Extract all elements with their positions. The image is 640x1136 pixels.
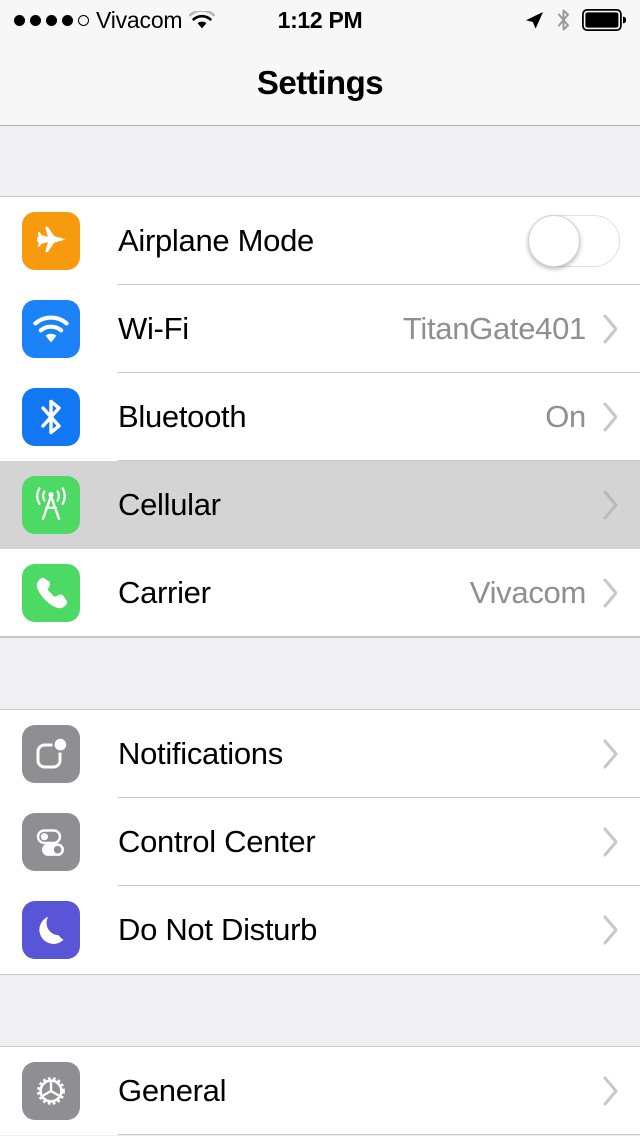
cellular-antenna-icon [22, 476, 80, 534]
signal-strength-dots [14, 14, 89, 26]
row-do-not-disturb[interactable]: Do Not Disturb [0, 886, 640, 974]
settings-group-general: General [0, 1047, 640, 1135]
signal-dot [46, 14, 57, 26]
row-airplane-mode[interactable]: Airplane Mode [0, 197, 640, 285]
row-value: On [545, 399, 586, 434]
row-label: Carrier [118, 575, 211, 610]
row-label: General [118, 1073, 227, 1108]
chevron-right-icon [602, 826, 620, 858]
row-label: Control Center [118, 824, 316, 859]
crescent-moon-icon [22, 901, 80, 959]
settings-group-notifications: Notifications Control Center Do Not Dist… [0, 710, 640, 974]
row-label: Do Not Disturb [118, 912, 318, 947]
chevron-right-icon [602, 1075, 620, 1107]
airplane-mode-toggle[interactable] [528, 215, 620, 267]
signal-dot [14, 14, 25, 26]
airplane-icon [22, 212, 80, 270]
status-bar: Vivacom 1:12 PM [0, 0, 640, 40]
row-notifications[interactable]: Notifications [0, 710, 640, 798]
row-cellular[interactable]: Cellular [0, 461, 640, 549]
row-carrier[interactable]: Carrier Vivacom [0, 549, 640, 637]
chevron-right-icon [602, 489, 620, 521]
row-separator [118, 1134, 640, 1135]
wifi-icon [22, 300, 80, 358]
toggle-knob [528, 215, 580, 267]
notifications-badge-icon [22, 725, 80, 783]
signal-dot [30, 14, 41, 26]
wifi-icon [189, 10, 216, 30]
row-label: Bluetooth [118, 399, 247, 434]
row-label: Cellular [118, 487, 221, 522]
status-bar-left: Vivacom [14, 6, 216, 34]
row-separator [0, 636, 640, 637]
control-center-switches-icon [22, 813, 80, 871]
status-bar-carrier: Vivacom [96, 6, 183, 33]
settings-screen: Vivacom 1:12 PM Settings Airplane Mode W… [0, 0, 640, 1136]
chevron-right-icon [602, 401, 620, 433]
row-label: Wi-Fi [118, 311, 189, 346]
phone-handset-icon [22, 564, 80, 622]
bluetooth-icon [22, 388, 80, 446]
row-bluetooth[interactable]: Bluetooth On [0, 373, 640, 461]
gear-icon [22, 1062, 80, 1120]
section-gap-middle-1 [0, 637, 640, 710]
section-gap-middle-2 [0, 974, 640, 1047]
row-control-center[interactable]: Control Center [0, 798, 640, 886]
bluetooth-icon [556, 8, 571, 32]
signal-dot-empty [78, 14, 89, 26]
settings-group-connectivity: Airplane Mode Wi-Fi TitanGate401 Bluetoo… [0, 197, 640, 637]
row-label: Notifications [118, 736, 283, 771]
chevron-right-icon [602, 313, 620, 345]
battery-full-icon [582, 9, 626, 31]
location-arrow-icon [523, 9, 545, 31]
row-wifi[interactable]: Wi-Fi TitanGate401 [0, 285, 640, 373]
section-gap-top [0, 126, 640, 197]
chevron-right-icon [602, 914, 620, 946]
chevron-right-icon [602, 738, 620, 770]
chevron-right-icon [602, 577, 620, 609]
row-value: TitanGate401 [402, 311, 586, 346]
row-value: Vivacom [469, 575, 587, 610]
navigation-bar: Settings [0, 40, 640, 126]
row-general[interactable]: General [0, 1047, 640, 1135]
signal-dot [62, 14, 73, 26]
page-title: Settings [256, 63, 384, 101]
status-bar-right [523, 8, 626, 32]
row-label: Airplane Mode [118, 223, 314, 258]
